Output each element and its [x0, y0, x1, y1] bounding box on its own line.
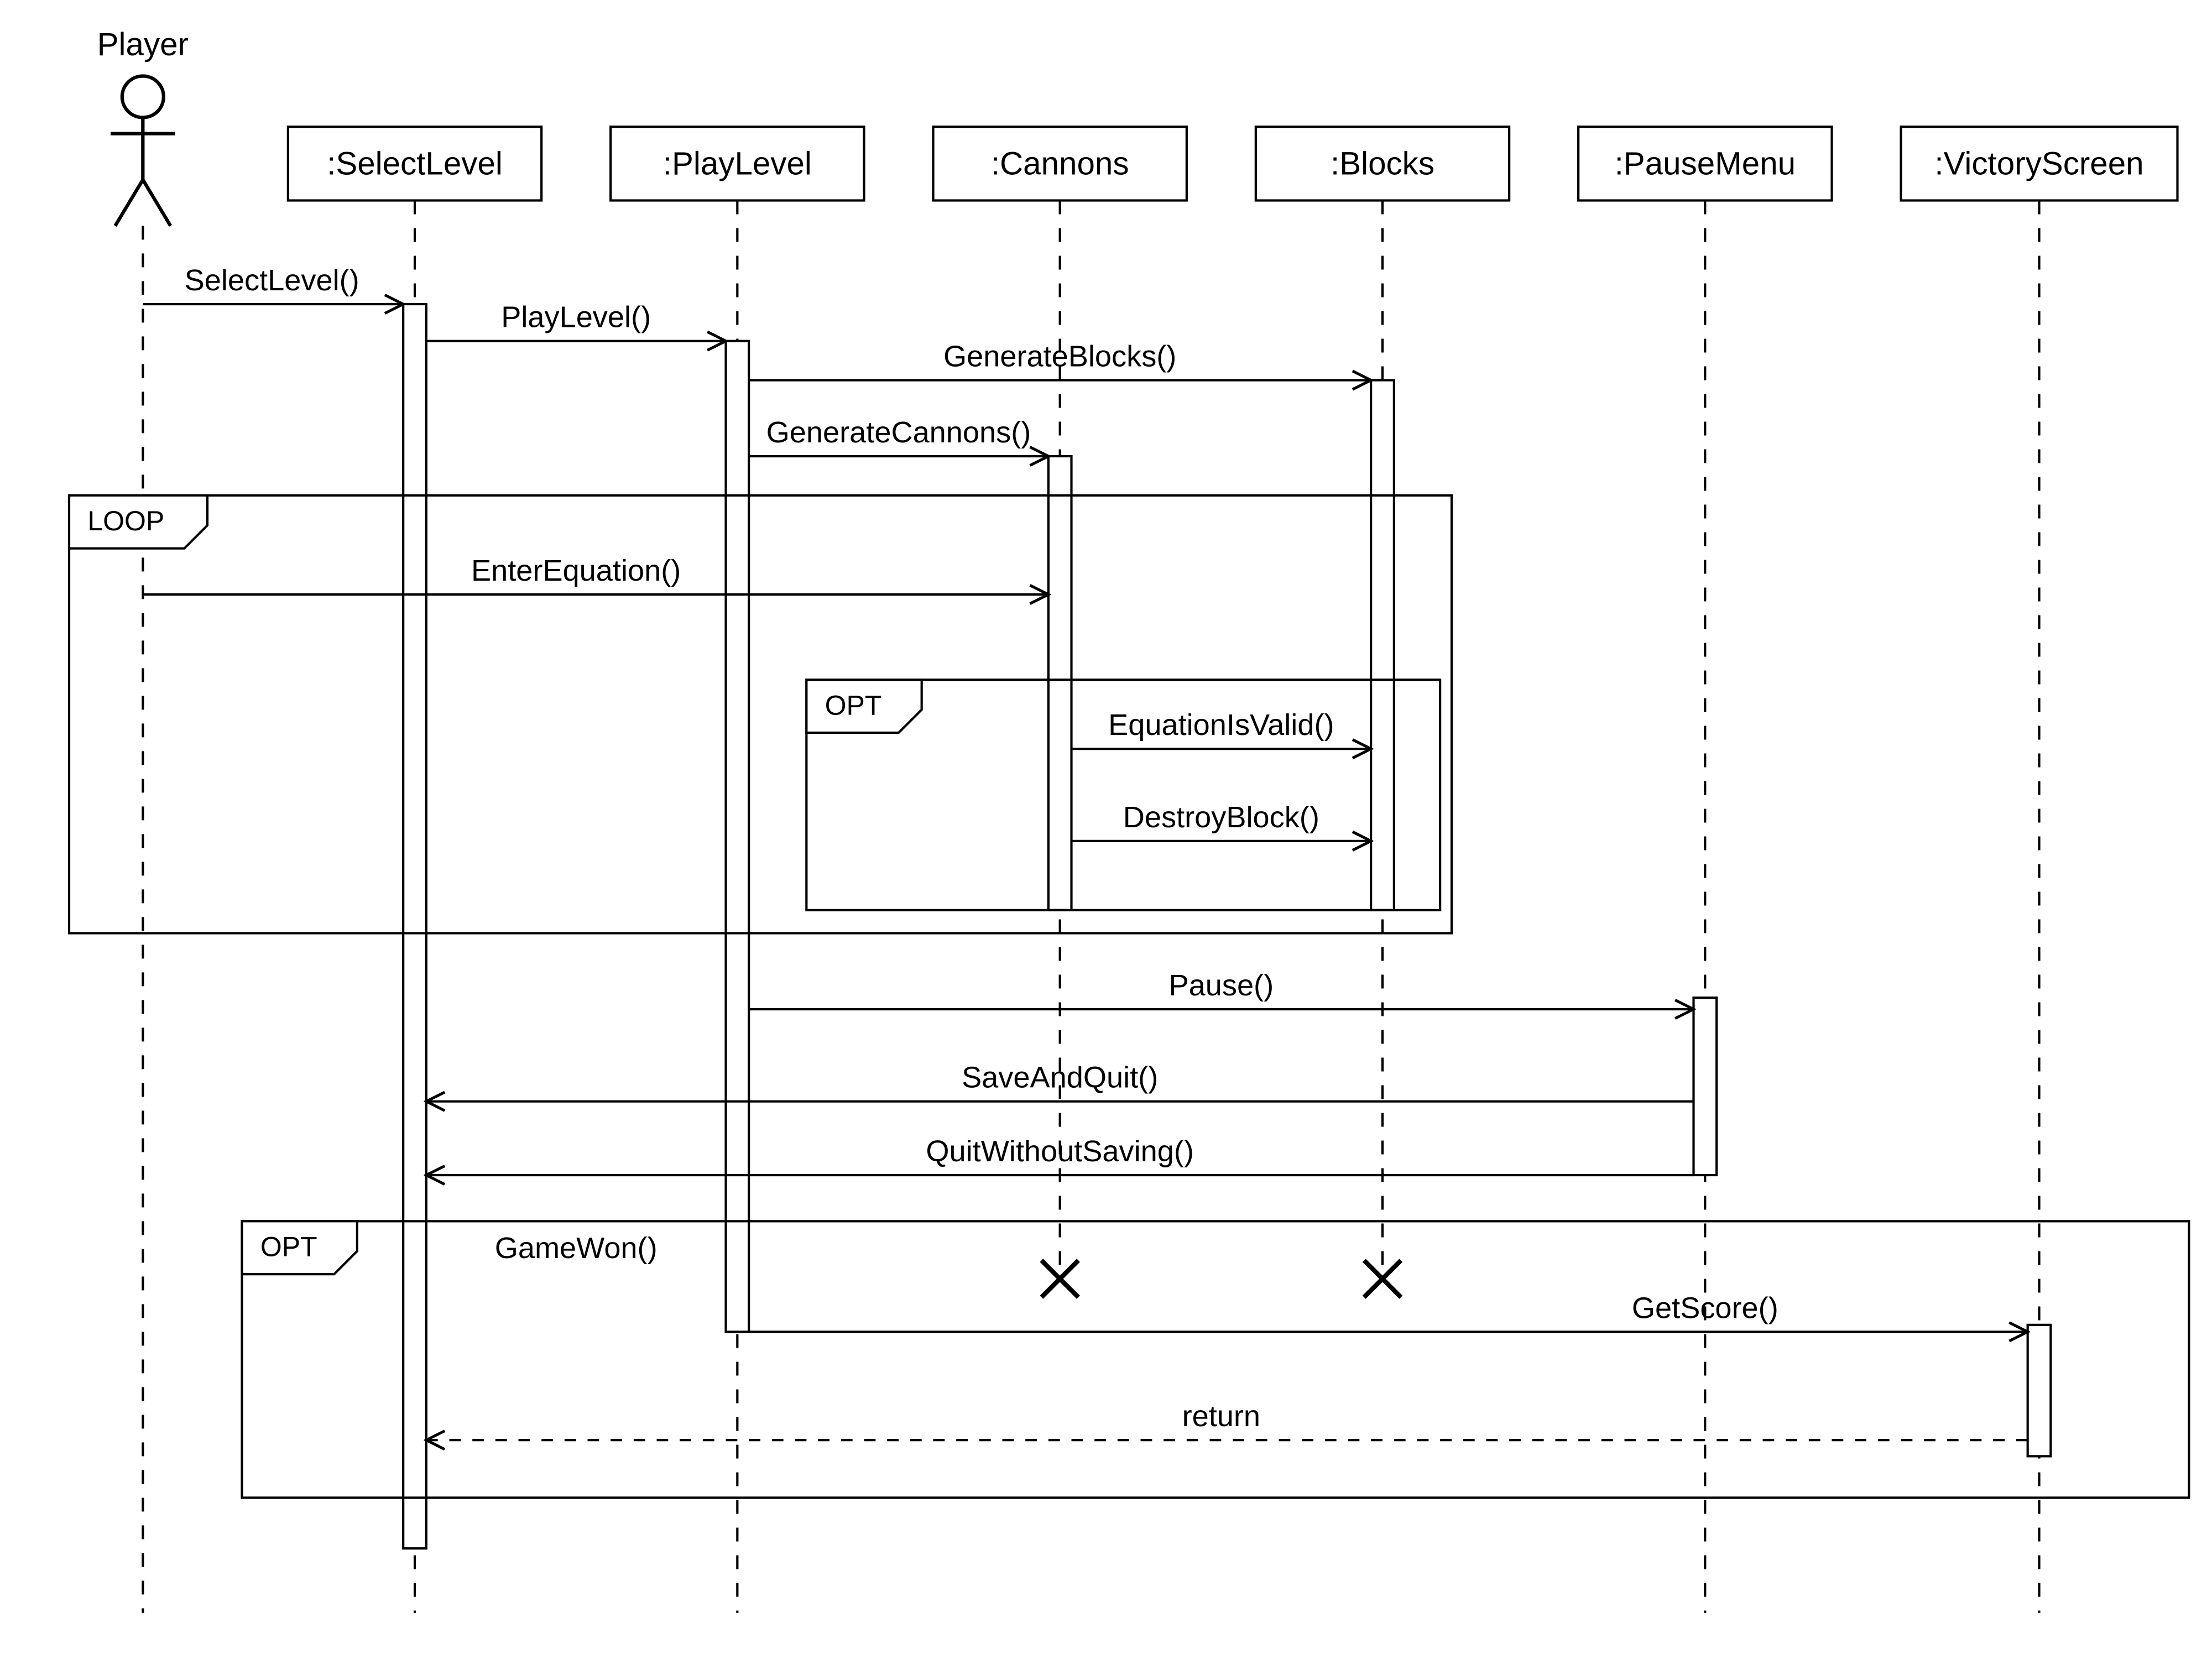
destroy-cannons	[1041, 1260, 1078, 1297]
msg-enterequation: EnterEquation()	[143, 554, 1048, 594]
svg-text:GetScore(): GetScore()	[1632, 1291, 1778, 1324]
svg-text:QuitWithoutSaving(): QuitWithoutSaving()	[926, 1135, 1194, 1168]
svg-text:OPT: OPT	[260, 1232, 317, 1262]
svg-text:SelectLevel(): SelectLevel()	[185, 264, 359, 297]
svg-text:SaveAndQuit(): SaveAndQuit()	[962, 1061, 1158, 1094]
msg-generatecannons: GenerateCannons()	[749, 416, 1048, 456]
msg-getscore: GetScore()	[749, 1291, 2028, 1332]
svg-text:LOOP: LOOP	[87, 505, 164, 536]
svg-text:OPT: OPT	[825, 690, 882, 721]
msg-pause: Pause()	[749, 969, 1693, 1009]
svg-text:EquationIsValid(): EquationIsValid()	[1108, 708, 1334, 742]
svg-text:return: return	[1182, 1400, 1260, 1433]
svg-text::PauseMenu: :PauseMenu	[1615, 145, 1796, 181]
svg-text:Pause(): Pause()	[1169, 969, 1274, 1002]
svg-text::VictoryScreen: :VictoryScreen	[1934, 145, 2143, 181]
lifeline-pausemenu: :PauseMenu	[1578, 127, 1832, 1613]
activation-selectlevel	[403, 304, 426, 1548]
svg-text:GenerateCannons(): GenerateCannons()	[766, 416, 1031, 449]
actor-label: Player	[97, 27, 189, 62]
sequence-diagram: Player :SelectLevel :PlayLevel :Cannons …	[0, 0, 2212, 1659]
svg-text:PlayLevel(): PlayLevel()	[501, 301, 651, 334]
activation-cannons	[1048, 456, 1072, 910]
activation-playlevel	[726, 341, 749, 1332]
destroy-blocks	[1364, 1260, 1401, 1297]
msg-equationisvalid: EquationIsValid()	[1072, 708, 1371, 749]
svg-text::SelectLevel: :SelectLevel	[327, 145, 503, 181]
svg-text::Blocks: :Blocks	[1331, 145, 1434, 181]
msg-return: return	[426, 1400, 2028, 1440]
activation-victoryscreen	[2028, 1325, 2051, 1457]
msg-gamewon-label: GameWon()	[495, 1232, 658, 1265]
activation-pausemenu	[1694, 998, 1717, 1175]
svg-text::PlayLevel: :PlayLevel	[663, 145, 812, 181]
msg-playlevel: PlayLevel()	[426, 301, 726, 341]
svg-text:DestroyBlock(): DestroyBlock()	[1123, 801, 1319, 834]
actor-player: Player	[97, 27, 189, 1613]
msg-destroyblock: DestroyBlock()	[1072, 801, 1371, 841]
svg-text::Cannons: :Cannons	[991, 145, 1129, 181]
svg-text:GenerateBlocks(): GenerateBlocks()	[943, 340, 1176, 373]
msg-selectlevel: SelectLevel()	[143, 264, 403, 304]
activation-blocks	[1371, 380, 1394, 910]
svg-text:EnterEquation(): EnterEquation()	[471, 554, 681, 587]
